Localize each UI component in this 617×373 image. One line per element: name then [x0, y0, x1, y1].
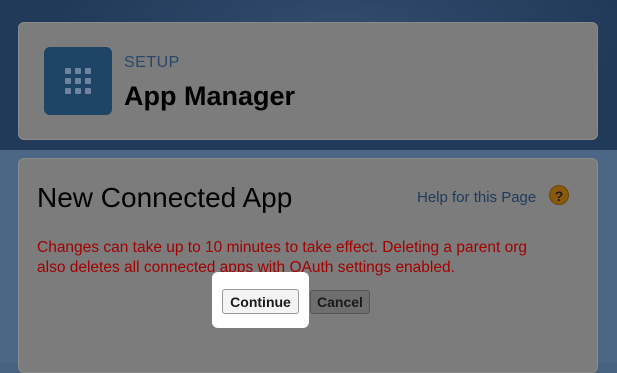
help-link[interactable]: Help for this Page	[417, 189, 536, 206]
grid-dot	[75, 68, 81, 74]
grid-dot	[85, 78, 91, 84]
grid-dot	[85, 68, 91, 74]
help-icon[interactable]: ?	[549, 185, 569, 205]
warning-line-1: Changes can take up to 10 minutes to tak…	[37, 239, 527, 256]
setup-header: SETUP App Manager	[18, 22, 598, 140]
cancel-button[interactable]: Cancel	[310, 290, 370, 314]
grid-dot	[65, 88, 71, 94]
grid-dot	[85, 88, 91, 94]
warning-message: Changes can take up to 10 minutes to tak…	[37, 238, 577, 278]
grid-dot	[65, 68, 71, 74]
setup-label: SETUP	[124, 54, 180, 71]
content-panel: New Connected App Help for this Page ? C…	[18, 158, 598, 373]
continue-button[interactable]: Continue	[222, 289, 299, 314]
grid-dot	[75, 78, 81, 84]
content-title: New Connected App	[37, 182, 293, 213]
page-title: App Manager	[124, 81, 296, 111]
grid-dot	[65, 78, 71, 84]
app-grid-icon	[44, 47, 112, 115]
grid-dot	[75, 88, 81, 94]
